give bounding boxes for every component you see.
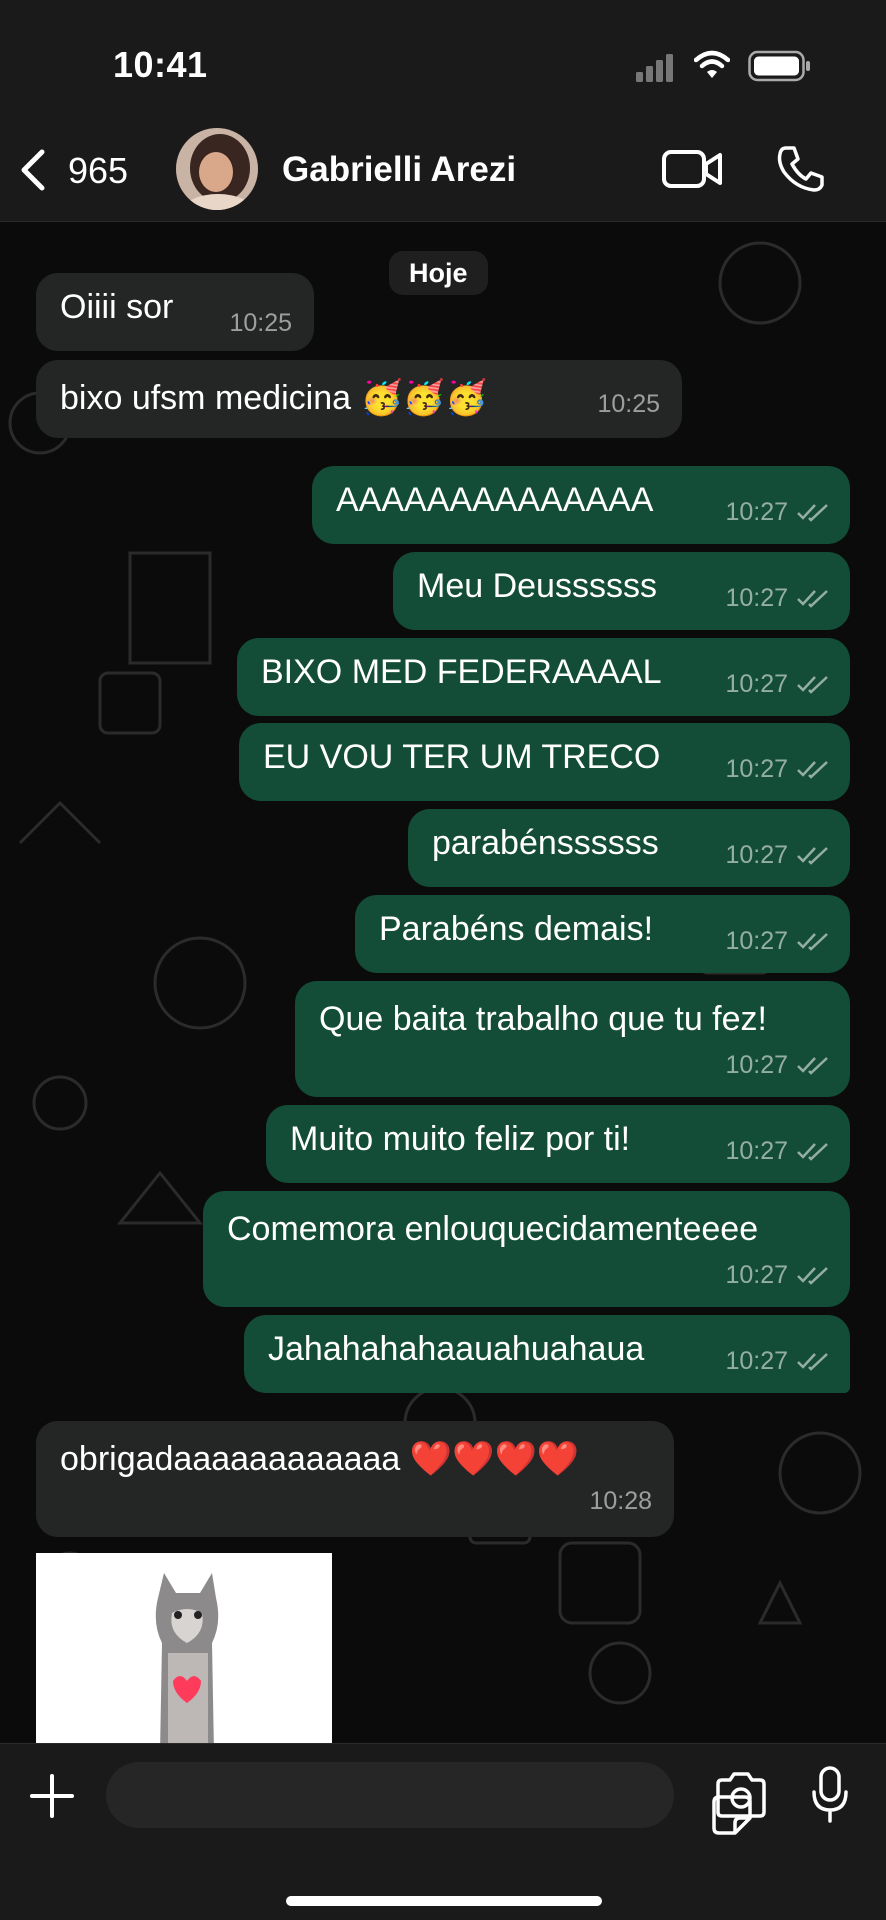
avatar-photo bbox=[176, 128, 258, 210]
double-check-icon bbox=[797, 1353, 828, 1371]
message-text: BIXO MED FEDERAAAAL bbox=[261, 653, 662, 691]
message-text: Parabéns demais! bbox=[379, 910, 654, 948]
chat-header: 965 Gabrielli Arezi bbox=[0, 110, 886, 222]
home-indicator[interactable] bbox=[286, 1896, 602, 1906]
double-check-icon bbox=[797, 1143, 828, 1161]
message-text: obrigadaaaaaaaaaaaa ❤️❤️❤️❤️ bbox=[60, 1440, 580, 1478]
message-outgoing[interactable]: Meu Deussssss 10:27 bbox=[393, 552, 850, 630]
message-text: Muito muito feliz por ti! bbox=[290, 1120, 631, 1158]
double-check-icon bbox=[797, 761, 828, 779]
message-meta: 10:27 bbox=[725, 662, 830, 706]
message-outgoing[interactable]: Muito muito feliz por ti! 10:27 bbox=[266, 1105, 850, 1183]
double-check-icon bbox=[797, 676, 828, 694]
message-time: 10:27 bbox=[725, 841, 788, 869]
double-check-icon bbox=[797, 847, 828, 865]
avatar[interactable] bbox=[176, 128, 258, 210]
phone-icon[interactable] bbox=[776, 144, 826, 194]
unread-count[interactable]: 965 bbox=[68, 150, 128, 192]
message-outgoing[interactable]: Que baita trabalho que tu fez! 10:27 bbox=[295, 981, 850, 1097]
message-incoming[interactable]: Oiiii sor 10:25 bbox=[36, 273, 314, 351]
message-time: 10:27 bbox=[725, 1347, 788, 1375]
cat-heart-sticker[interactable] bbox=[36, 1553, 332, 1743]
message-text: AAAAAAAAAAAAAA bbox=[336, 481, 654, 519]
message-outgoing[interactable]: BIXO MED FEDERAAAAL 10:27 bbox=[237, 638, 850, 716]
message-input[interactable] bbox=[106, 1762, 752, 1835]
message-time: 10:27 bbox=[725, 1261, 788, 1289]
message-outgoing[interactable]: AAAAAAAAAAAAAA 10:27 bbox=[312, 466, 850, 544]
message-text: EU VOU TER UM TRECO bbox=[263, 738, 661, 776]
message-meta: 10:27 bbox=[725, 490, 830, 534]
message-time: 10:27 bbox=[725, 498, 788, 526]
signal-icon bbox=[636, 54, 673, 82]
double-check-icon bbox=[797, 933, 828, 951]
message-outgoing[interactable]: Jahahahahaauahuahaua 10:27 bbox=[244, 1315, 850, 1393]
message-time: 10:27 bbox=[725, 584, 788, 612]
message-input-bar bbox=[0, 1743, 886, 1920]
message-time: 10:27 bbox=[725, 755, 788, 783]
double-check-icon bbox=[797, 1057, 828, 1075]
message-time: 10:27 bbox=[725, 1051, 788, 1079]
plus-icon[interactable] bbox=[28, 1772, 76, 1820]
message-outgoing[interactable]: EU VOU TER UM TRECO 10:27 bbox=[239, 723, 850, 801]
double-check-icon bbox=[797, 504, 828, 522]
message-meta: 10:27 bbox=[725, 1253, 830, 1297]
video-camera-icon[interactable] bbox=[662, 148, 724, 190]
message-meta: 10:27 bbox=[725, 747, 830, 791]
message-outgoing[interactable]: parabénssssss 10:27 bbox=[408, 809, 850, 887]
message-incoming[interactable]: obrigadaaaaaaaaaaaa ❤️❤️❤️❤️ 10:28 bbox=[36, 1421, 674, 1537]
battery-icon bbox=[748, 50, 810, 82]
message-meta: 10:27 bbox=[725, 1339, 830, 1383]
message-meta: 10:27 bbox=[725, 919, 830, 963]
message-outgoing[interactable]: Parabéns demais! 10:27 bbox=[355, 895, 850, 973]
camera-icon[interactable] bbox=[714, 1772, 768, 1818]
microphone-icon[interactable] bbox=[810, 1766, 850, 1824]
double-check-icon bbox=[797, 1267, 828, 1285]
date-chip: Hoje bbox=[389, 251, 488, 295]
message-text: bixo ufsm medicina 🥳🥳🥳 bbox=[60, 379, 488, 417]
message-text: parabénssssss bbox=[432, 824, 659, 862]
message-text: Jahahahahaauahuahaua bbox=[268, 1330, 645, 1368]
message-time: 10:25 bbox=[597, 390, 660, 418]
message-meta: 10:27 bbox=[725, 576, 830, 620]
cat-sticker-image bbox=[155, 1573, 219, 1743]
message-text: Que baita trabalho que tu fez! bbox=[319, 1000, 767, 1038]
chat-area[interactable]: Hoje Oiiii sor 10:25 bixo ufsm medicina … bbox=[0, 223, 886, 1743]
message-time: 10:25 bbox=[229, 309, 292, 337]
message-time: 10:27 bbox=[725, 670, 788, 698]
message-text: Comemora enlouquecidamenteeee bbox=[227, 1210, 759, 1248]
status-time: 10:41 bbox=[113, 44, 208, 85]
message-outgoing[interactable]: Comemora enlouquecidamenteeee 10:27 bbox=[203, 1191, 850, 1307]
message-time: 10:27 bbox=[725, 1137, 788, 1165]
contact-name[interactable]: Gabrielli Arezi bbox=[282, 150, 516, 190]
message-incoming[interactable]: bixo ufsm medicina 🥳🥳🥳 10:25 bbox=[36, 360, 682, 438]
message-time: 10:28 bbox=[589, 1487, 652, 1515]
message-time: 10:27 bbox=[725, 927, 788, 955]
message-meta: 10:27 bbox=[725, 1043, 830, 1087]
message-text: Oiiii sor bbox=[60, 288, 174, 326]
message-text: Meu Deussssss bbox=[417, 567, 657, 605]
chevron-left-icon[interactable] bbox=[16, 146, 50, 194]
wifi-icon bbox=[694, 50, 730, 78]
message-meta: 10:27 bbox=[725, 1129, 830, 1173]
message-meta: 10:27 bbox=[725, 833, 830, 877]
double-check-icon bbox=[797, 590, 828, 608]
